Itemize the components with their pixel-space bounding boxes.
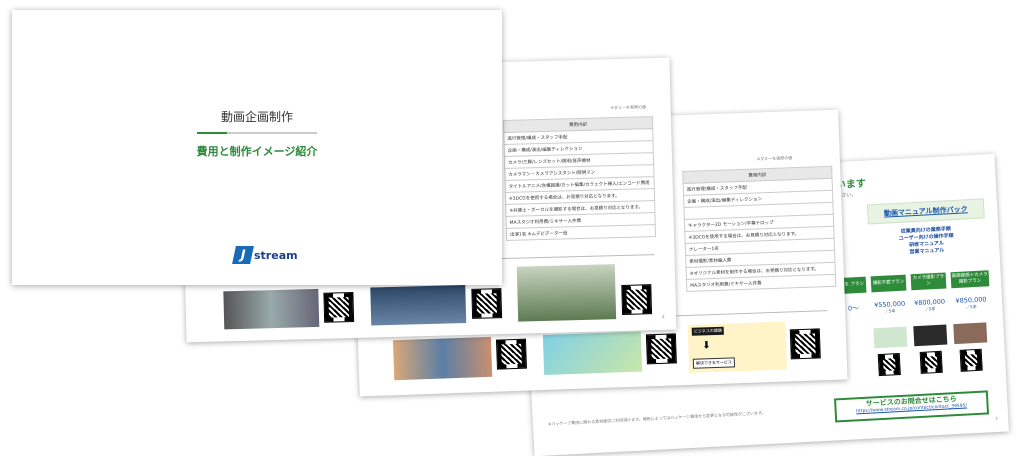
sample-thumb-3: ビジネスの課題 ⬇ 解決できるサービス (687, 321, 788, 373)
note: ※ダミーを実際の値 (756, 155, 793, 162)
sample-thumb-1 (223, 288, 320, 330)
price-0: ¥550,000 ／5本 (873, 299, 906, 314)
jstream-logo: J stream (232, 246, 298, 264)
sample-thumb-2 (542, 331, 643, 375)
title-divider (197, 132, 317, 134)
contact-box[interactable]: サービスのお問合せはこちら https://www.stream.co.jp/c… (833, 390, 990, 423)
qr-code-icon (621, 284, 653, 315)
note: ※ダミーを実際の値 (610, 104, 647, 111)
sample-thumb-3 (516, 264, 617, 322)
page-number: 2 (662, 313, 665, 319)
cover-title: 動画企画制作 (220, 110, 293, 124)
thumb-caption-top: ビジネスの課題 (691, 326, 724, 336)
thumb-caption-bottom: 解決できるサービス (692, 357, 735, 369)
plan-0: 撮影不要プラン (870, 274, 907, 293)
price-1: ¥800,000 ／5本 (913, 297, 946, 312)
sample-thumb-2 (370, 285, 467, 326)
plan-1: カメラ撮影プラン (910, 272, 947, 291)
qr-code-icon (877, 352, 901, 377)
qr-code-icon (645, 333, 677, 365)
qr-code-icon (789, 328, 821, 360)
qr-code-icon (919, 350, 943, 374)
down-arrow-icon: ⬇ (702, 340, 711, 352)
price-2: ¥850,000 ／5本 (955, 295, 987, 310)
qr-code-icon (471, 288, 503, 319)
pack-thumb-3 (953, 322, 988, 345)
table-row: 出演1名 ※ムデビデーター役 (506, 224, 656, 241)
pack-thumb-1 (873, 326, 908, 349)
qr-code-icon (959, 348, 983, 372)
slide-cover: 動画企画制作 費用と制作イメージ紹介 J stream (12, 10, 502, 285)
cost-table: 費用内訳 進行管理/構成・スタッフ手配 企画・構成/演出/編集ディレクション キ… (682, 166, 836, 292)
logo-mark-icon: J (232, 246, 254, 264)
cost-table: 費用内訳 進行管理/構成・スタッフ手配 企画・構成/演出/編集ディレクション カ… (503, 116, 656, 241)
logo-wordmark: stream (254, 248, 298, 262)
page-number: 7 (995, 415, 998, 422)
cover-subtitle: 費用と制作イメージ紹介 (196, 145, 318, 158)
qr-code-icon (495, 338, 527, 370)
plan-2: 画面録画＋カメラ撮影プラン (950, 270, 990, 289)
pack-description: 従業員向けの業務手順 ユーザー向けの操作手順 研修マニュアル 営業マニュアル (898, 226, 954, 256)
pack-title: 動画マニュアル制作パック (866, 198, 985, 225)
pack-thumb-2 (913, 324, 948, 347)
footnote: ※パッケージ費用に関わる素材提供ご利用頂けます。場所によってはパッケージ費用から… (547, 410, 766, 427)
qr-code-icon (323, 291, 355, 323)
sample-thumb-1 (392, 336, 493, 381)
